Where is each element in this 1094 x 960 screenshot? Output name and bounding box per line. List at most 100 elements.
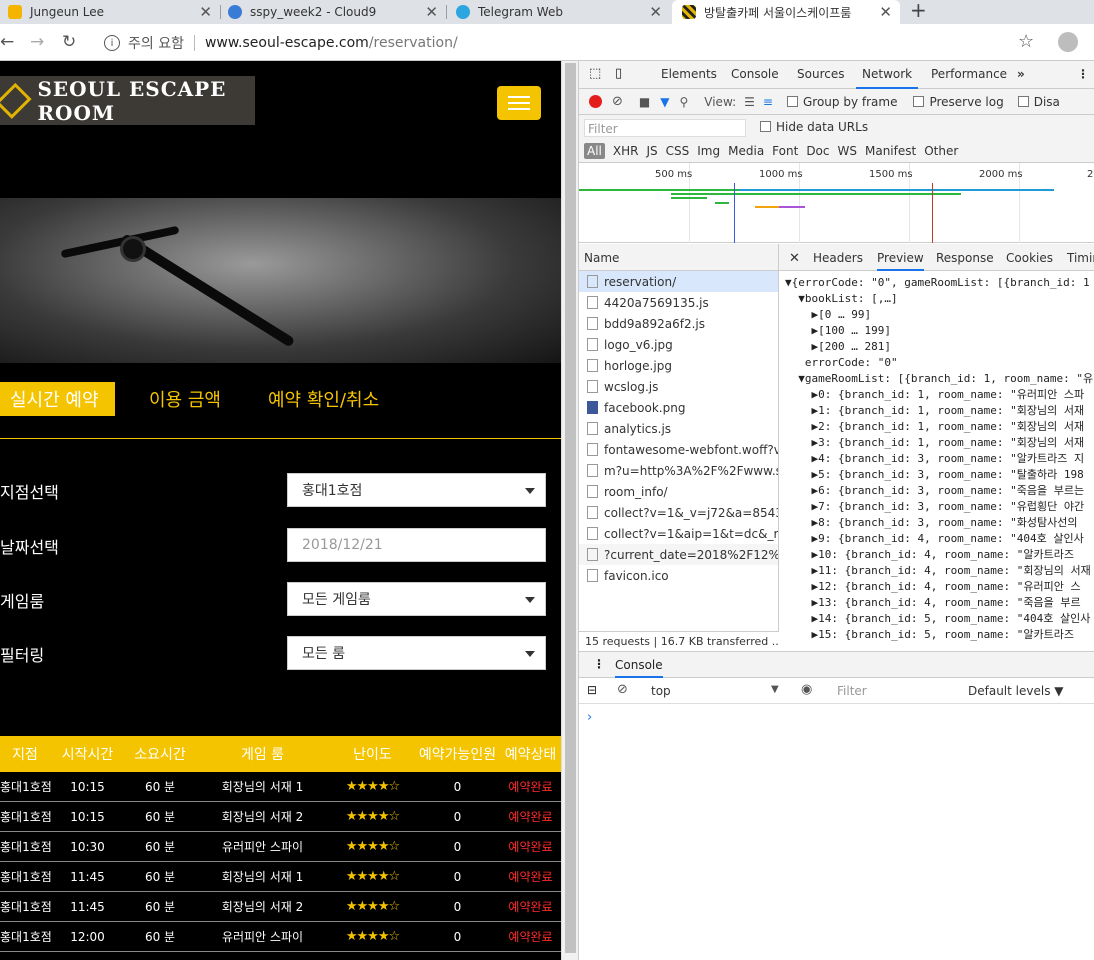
type-media[interactable]: Media xyxy=(728,144,764,158)
tab-console-drawer[interactable]: Console xyxy=(615,658,663,678)
date-input[interactable]: 2018/12/21 xyxy=(287,528,546,562)
json-line[interactable]: ▼gameRoomList: [{branch_id: 1, room_name… xyxy=(785,371,1094,387)
request-row[interactable]: bdd9a892a6f2.js xyxy=(579,313,778,334)
request-row[interactable]: 4420a7569135.js xyxy=(579,292,778,313)
hamburger-menu-button[interactable] xyxy=(497,86,541,120)
drawer-menu-icon[interactable]: ⋮ xyxy=(593,657,605,671)
browser-tab-3[interactable]: Telegram Web ✕ xyxy=(456,0,670,24)
close-icon[interactable]: ✕ xyxy=(649,3,662,21)
json-line[interactable]: ▶4: {branch_id: 3, room_name: "알카트라즈 지 xyxy=(785,451,1094,467)
json-line[interactable]: ▶[100 … 199] xyxy=(785,323,1094,339)
type-img[interactable]: Img xyxy=(697,144,720,158)
more-tabs-icon[interactable]: » xyxy=(1017,67,1025,81)
close-icon[interactable]: ✕ xyxy=(425,3,438,21)
network-filter-input[interactable]: Filter xyxy=(584,119,746,137)
request-row[interactable]: analytics.js xyxy=(579,418,778,439)
site-logo[interactable]: SEOUL ESCAPE ROOM xyxy=(0,76,255,125)
reload-icon[interactable]: ↻ xyxy=(62,32,76,52)
room-select[interactable]: 모든 게임룸 xyxy=(287,582,546,616)
close-icon[interactable]: ✕ xyxy=(879,3,892,21)
type-manifest[interactable]: Manifest xyxy=(865,144,916,158)
security-warning[interactable]: 주의 요함 xyxy=(128,33,184,53)
json-line[interactable]: ▼bookList: [,…] xyxy=(785,291,1094,307)
kebab-menu-icon[interactable]: ⋮ xyxy=(1077,67,1089,81)
json-line[interactable]: ▶9: {branch_id: 4, room_name: "404호 살인사 xyxy=(785,531,1094,547)
preserve-log-checkbox[interactable]: Preserve log xyxy=(913,95,1004,109)
request-row[interactable]: favicon.ico xyxy=(579,565,778,586)
json-preview[interactable]: ▼{errorCode: "0", gameRoomList: [{branch… xyxy=(779,271,1094,643)
url-text[interactable]: www.seoul-escape.com/reservation/ xyxy=(205,35,458,51)
network-overview-timeline[interactable]: 500 ms 1000 ms 1500 ms 2000 ms 2 xyxy=(579,163,1094,243)
console-prompt[interactable]: › xyxy=(579,704,1094,731)
sidebar-toggle-icon[interactable]: ⊟ xyxy=(587,683,597,697)
tab-elements[interactable]: Elements xyxy=(661,67,717,81)
context-select[interactable]: top xyxy=(651,684,671,698)
list-view-icon[interactable]: ☰ xyxy=(744,95,755,109)
table-row[interactable]: 홍대1호점 11:45 60 분 회장님의 서재 2 ★★★★☆ 0 예약완료 xyxy=(0,892,561,922)
table-row[interactable]: 홍대1호점 12:00 60 분 유러피안 스파이 ★★★★☆ 0 예약완료 xyxy=(0,922,561,952)
tab-cookies[interactable]: Cookies xyxy=(1006,251,1053,265)
type-css[interactable]: CSS xyxy=(666,144,690,158)
json-line[interactable]: ▶12: {branch_id: 4, room_name: "유러피안 스 xyxy=(785,579,1094,595)
table-row[interactable]: 홍대1호점 10:15 60 분 회장님의 서재 2 ★★★★☆ 0 예약완료 xyxy=(0,802,561,832)
json-line[interactable]: ▶[0 … 99] xyxy=(785,307,1094,323)
json-line[interactable]: ▶5: {branch_id: 3, room_name: "탈출하라 198 xyxy=(785,467,1094,483)
clear-icon[interactable]: ⊘ xyxy=(612,94,623,109)
type-js[interactable]: JS xyxy=(646,144,657,158)
json-line[interactable]: ▼{errorCode: "0", gameRoomList: [{branch… xyxy=(785,275,1094,291)
request-row[interactable]: ?current_date=2018%2F12%2F... xyxy=(579,544,778,565)
json-line[interactable]: ▶2: {branch_id: 1, room_name: "회장님의 서재 xyxy=(785,419,1094,435)
search-icon[interactable]: ⚲ xyxy=(679,95,688,109)
type-ws[interactable]: WS xyxy=(838,144,857,158)
type-other[interactable]: Other xyxy=(924,144,958,158)
json-line[interactable]: ▶1: {branch_id: 1, room_name: "회장님의 서재 xyxy=(785,403,1094,419)
table-row[interactable]: 홍대1호점 11:45 60 분 회장님의 서재 1 ★★★★☆ 0 예약완료 xyxy=(0,862,561,892)
tab-response[interactable]: Response xyxy=(936,251,994,265)
request-row[interactable]: collect?v=1&aip=1&t=dc&_r=... xyxy=(579,523,778,544)
request-row[interactable]: facebook.png xyxy=(579,397,778,418)
type-all[interactable]: All xyxy=(584,143,605,159)
browser-tab-1[interactable]: Jungeun Lee ✕ xyxy=(0,0,220,24)
omnibox[interactable]: i 주의 요함 www.seoul-escape.com/reservation… xyxy=(92,28,1052,58)
json-line[interactable]: ▶8: {branch_id: 3, room_name: "화성탐사선의 xyxy=(785,515,1094,531)
tab-sources[interactable]: Sources xyxy=(797,67,844,81)
log-levels-select[interactable]: Default levels ▼ xyxy=(968,684,1064,698)
close-icon[interactable]: ✕ xyxy=(199,3,212,21)
tab-performance[interactable]: Performance xyxy=(931,67,1007,81)
name-column-header[interactable]: Name xyxy=(579,244,778,271)
tab-timing[interactable]: Timin xyxy=(1067,251,1094,265)
json-line[interactable]: ▶6: {branch_id: 3, room_name: "죽음을 부르는 xyxy=(785,483,1094,499)
filter-icon[interactable]: ▼ xyxy=(660,95,669,109)
request-row[interactable]: room_info/ xyxy=(579,481,778,502)
json-line[interactable]: errorCode: "0" xyxy=(785,355,1094,371)
forward-icon[interactable]: → xyxy=(30,32,44,52)
disable-cache-checkbox[interactable]: Disa xyxy=(1017,95,1060,109)
tab-network[interactable]: Network xyxy=(855,67,919,89)
profile-avatar[interactable] xyxy=(1058,32,1078,52)
hide-data-urls-checkbox[interactable]: Hide data URLs xyxy=(760,120,868,134)
info-icon[interactable]: i xyxy=(104,35,120,51)
type-xhr[interactable]: XHR xyxy=(613,144,639,158)
clear-console-icon[interactable]: ⊘ xyxy=(617,682,628,697)
type-doc[interactable]: Doc xyxy=(806,144,829,158)
eye-icon[interactable]: ◉ xyxy=(801,682,812,697)
json-line[interactable]: ▶11: {branch_id: 4, room_name: "회장님의 서재 xyxy=(785,563,1094,579)
waterfall-icon[interactable]: ≡ xyxy=(763,95,773,109)
filtering-select[interactable]: 모든 룸 xyxy=(287,636,546,670)
camera-icon[interactable]: ■ xyxy=(639,95,650,109)
json-line[interactable]: ▶0: {branch_id: 1, room_name: "유러피안 스파 xyxy=(785,387,1094,403)
browser-tab-2[interactable]: sspy_week2 - Cloud9 ✕ xyxy=(228,0,446,24)
console-filter-input[interactable]: Filter xyxy=(831,682,959,700)
request-row[interactable]: m?u=http%3A%2F%2Fwww.se... xyxy=(579,460,778,481)
json-line[interactable]: ▶7: {branch_id: 3, room_name: "유럽횡단 야간 xyxy=(785,499,1094,515)
json-line[interactable]: ▶14: {branch_id: 5, room_name: "404호 살인사 xyxy=(785,611,1094,627)
page-scrollbar[interactable] xyxy=(561,61,578,960)
request-row[interactable]: collect?v=1&_v=j72&a=85439... xyxy=(579,502,778,523)
request-row[interactable]: horloge.jpg xyxy=(579,355,778,376)
bookmark-star-icon[interactable]: ☆ xyxy=(1018,31,1034,52)
tab-realtime-reservation[interactable]: 실시간 예약 xyxy=(0,382,115,416)
new-tab-icon[interactable]: + xyxy=(910,0,927,22)
tab-pricing[interactable]: 이용 금액 xyxy=(149,382,221,416)
tab-reservation-check[interactable]: 예약 확인/취소 xyxy=(268,382,379,416)
table-row[interactable]: 홍대1호점 10:30 60 분 유러피안 스파이 ★★★★☆ 0 예약완료 xyxy=(0,832,561,862)
